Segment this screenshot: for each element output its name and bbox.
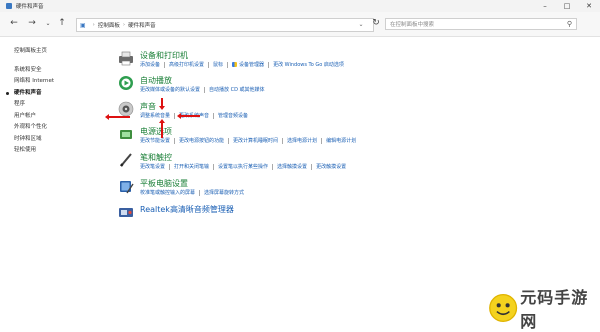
search-input[interactable]: 在控制面板中搜索 ⚲ bbox=[385, 18, 577, 30]
maximize-button[interactable]: □ bbox=[556, 0, 578, 12]
annotation-arrow-left-2 bbox=[177, 113, 200, 118]
power-icon bbox=[120, 130, 132, 139]
category-title[interactable]: 设备和打印机 bbox=[140, 50, 188, 61]
link-pen-toggle[interactable]: 打开和关闭笔输 bbox=[174, 163, 209, 170]
link-sleep-time[interactable]: 更改计算机睡眠时间 bbox=[233, 137, 278, 144]
category-title[interactable]: Realtek高清晰音频管理器 bbox=[140, 204, 234, 215]
category-title[interactable]: 平板电脑设置 bbox=[140, 178, 188, 189]
watermark-text: 元码手游网 bbox=[520, 288, 589, 331]
link-power-saving[interactable]: 更改节能设置 bbox=[140, 137, 170, 144]
link-pen-actions[interactable]: 设置笔以执行某些操作 bbox=[218, 163, 268, 170]
minimize-button[interactable]: – bbox=[534, 0, 556, 12]
address-dropdown-icon[interactable]: ⌄ bbox=[354, 18, 368, 30]
link-default-media[interactable]: 更改媒体或设备的默认设置 bbox=[140, 86, 200, 93]
back-arrow-icon[interactable]: ← bbox=[8, 18, 20, 28]
watermark: 元码手游网 bbox=[488, 288, 596, 331]
link-choose-plan[interactable]: 选择电源计划 bbox=[287, 137, 317, 144]
breadcrumb-control-panel[interactable]: 控制面板 bbox=[98, 21, 120, 29]
sidebar-item-hardware-sound[interactable]: 硬件和声音 bbox=[6, 88, 104, 100]
link-device-manager[interactable]: 设备管理器 bbox=[239, 61, 264, 68]
control-panel-icon bbox=[6, 3, 12, 9]
recent-dropdown-icon[interactable]: ⌄ bbox=[42, 20, 54, 27]
category-title[interactable]: 声音 bbox=[140, 101, 156, 112]
link-mouse[interactable]: 鼠标 bbox=[213, 61, 223, 68]
close-button[interactable]: ✕ bbox=[578, 0, 600, 12]
link-power-button[interactable]: 更改电源按钮的功能 bbox=[179, 137, 224, 144]
annotation-arrow-up bbox=[159, 119, 164, 138]
sidebar-item-ease-of-access[interactable]: 轻松使用 bbox=[14, 145, 104, 157]
search-placeholder: 在控制面板中搜索 bbox=[390, 22, 435, 28]
sidebar-item-clock-region[interactable]: 时钟和区域 bbox=[14, 134, 104, 146]
link-add-device[interactable]: 添加设备 bbox=[140, 61, 160, 68]
sidebar-item-programs[interactable]: 程序 bbox=[14, 99, 104, 111]
link-choose-touch[interactable]: 选择触摸设置 bbox=[277, 163, 307, 170]
location-icon: ▣ bbox=[80, 21, 86, 29]
forward-arrow-icon[interactable]: → bbox=[26, 18, 38, 28]
link-edit-plan[interactable]: 编辑电源计划 bbox=[326, 137, 356, 144]
annotation-arrow-left bbox=[105, 114, 130, 119]
sidebar-item-user-accounts[interactable]: 用户帐户 bbox=[14, 111, 104, 123]
sidebar-item-network[interactable]: 网络和 Internet bbox=[14, 76, 104, 88]
link-advanced-printer[interactable]: 高级打印机设置 bbox=[169, 61, 204, 68]
autoplay-icon bbox=[119, 76, 133, 90]
search-icon[interactable]: ⚲ bbox=[567, 20, 572, 28]
refresh-icon[interactable]: ↻ bbox=[370, 18, 382, 28]
up-arrow-icon[interactable]: ↑ bbox=[56, 18, 68, 28]
link-screen-rotation[interactable]: 选择屏幕旋转方式 bbox=[204, 189, 244, 196]
speaker-icon bbox=[118, 101, 134, 117]
link-adjust-volume[interactable]: 调整系统音量 bbox=[140, 112, 170, 119]
watermark-logo-icon bbox=[489, 293, 518, 323]
title-bar: 硬件和声音 – □ ✕ bbox=[0, 0, 600, 12]
shield-icon bbox=[232, 62, 238, 67]
address-bar[interactable]: ▣ › 控制面板 › 硬件和声音 bbox=[76, 18, 374, 32]
sidebar-item-system-security[interactable]: 系统和安全 bbox=[14, 65, 104, 77]
sidebar-home-link[interactable]: 控制面板主页 bbox=[14, 46, 104, 58]
window-controls: – □ ✕ bbox=[534, 0, 600, 12]
realtek-audio-icon bbox=[119, 208, 133, 217]
link-autoplay-cd[interactable]: 自动播放 CD 或其他媒体 bbox=[209, 86, 265, 93]
category-title[interactable]: 笔和触控 bbox=[140, 152, 172, 163]
category-title[interactable]: 自动播放 bbox=[140, 75, 172, 86]
link-change-touch[interactable]: 更改触摸设置 bbox=[316, 163, 346, 170]
window-title: 硬件和声音 bbox=[16, 4, 44, 10]
tablet-icon bbox=[120, 181, 134, 194]
breadcrumb-hardware-sound[interactable]: 硬件和声音 bbox=[128, 21, 156, 29]
link-calibrate-screen[interactable]: 校准笔或触控输入的屏幕 bbox=[140, 189, 195, 196]
link-pen-settings[interactable]: 更改笔设置 bbox=[140, 163, 165, 170]
printer-icon bbox=[119, 51, 133, 66]
sidebar: 控制面板主页 系统和安全 网络和 Internet 硬件和声音 程序 用户帐户 … bbox=[6, 46, 104, 157]
address-toolbar: ← → ⌄ ↑ ▣ › 控制面板 › 硬件和声音 ⌄ ↻ 在控制面板中搜索 ⚲ bbox=[0, 12, 600, 37]
link-windows-to-go[interactable]: 更改 Windows To Go 启动选项 bbox=[273, 61, 344, 68]
pen-icon bbox=[120, 153, 132, 167]
link-manage-audio-devices[interactable]: 管理音频设备 bbox=[218, 112, 248, 119]
annotation-arrow-down bbox=[159, 98, 164, 110]
sidebar-item-appearance[interactable]: 外观和个性化 bbox=[14, 122, 104, 134]
category-title[interactable]: 电源选项 bbox=[140, 126, 172, 137]
